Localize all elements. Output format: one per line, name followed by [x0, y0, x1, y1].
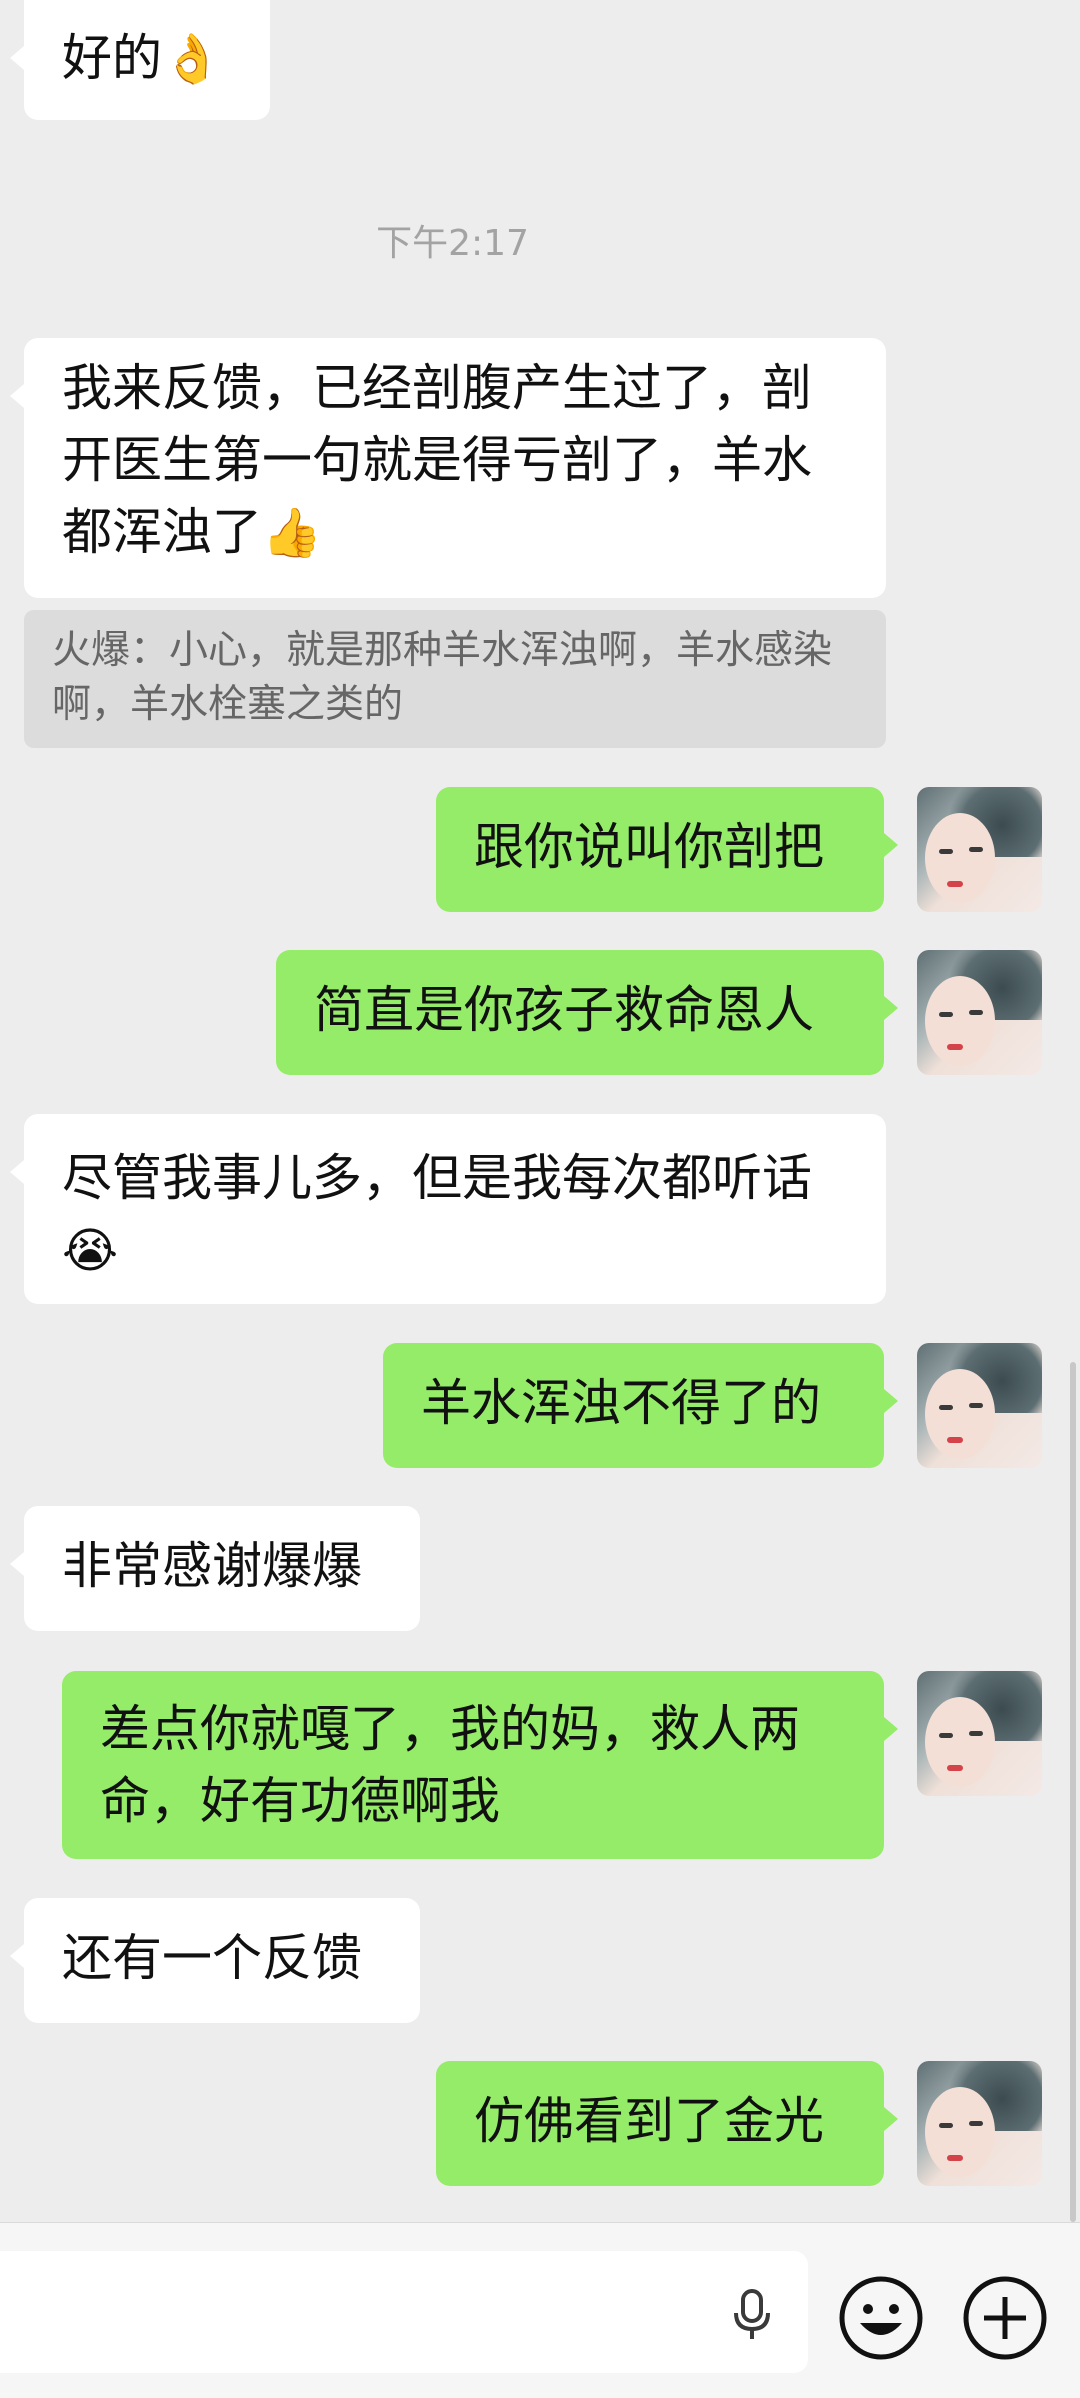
avatar-eye [969, 1731, 983, 1736]
message-text: 仿佛看到了金光 [474, 2092, 824, 2150]
microphone-icon[interactable] [722, 2285, 782, 2345]
message-text: 差点你就嘎了，我的妈，救人两命，好有功德啊我 [100, 1700, 800, 1830]
avatar-lips [947, 1765, 963, 1771]
avatar-eye [969, 1010, 983, 1015]
avatar-lips [947, 1044, 963, 1050]
chat-area[interactable]: 好的👌 下午2:17 我来反馈，已经剖腹产生过了，剖开医生第一句就是得亏剖了，羊… [0, 0, 1080, 2222]
timestamp: 下午2:17 [376, 223, 529, 264]
avatar-eye [969, 2121, 983, 2126]
quoted-message[interactable]: 火爆：小心，就是那种羊水浑浊啊，羊水感染啊，羊水栓塞之类的 [24, 610, 886, 748]
message-text: 跟你说叫你剖把 [474, 818, 824, 876]
emoji-icon[interactable] [838, 2275, 924, 2361]
message-text: 还有一个反馈 [62, 1929, 362, 1987]
avatar-face [925, 813, 995, 903]
message-bubble-outgoing[interactable]: 简直是你孩子救命恩人 [276, 950, 898, 1075]
message-text: 我来反馈，已经剖腹产生过了，剖开医生第一句就是得亏剖了，羊水都浑浊了 [62, 359, 812, 561]
avatar-eye [939, 1012, 953, 1017]
message-text: 羊水浑浊不得了的 [421, 1374, 821, 1432]
message-text: 非常感谢爆爆 [62, 1537, 362, 1595]
message-text: 尽管我事儿多，但是我每次都听话 [62, 1149, 812, 1207]
message-text: 好的 [62, 29, 162, 87]
avatar-eye [939, 1405, 953, 1410]
avatar-eye [939, 849, 953, 854]
user-avatar[interactable] [917, 787, 1042, 912]
user-avatar[interactable] [917, 1671, 1042, 1796]
thumbs-up-emoji-icon: 👍 [262, 505, 322, 561]
user-avatar[interactable] [917, 950, 1042, 1075]
message-bubble-incoming[interactable]: 我来反馈，已经剖腹产生过了，剖开医生第一句就是得亏剖了，羊水都浑浊了👍 [10, 338, 886, 598]
avatar-face [925, 1369, 995, 1459]
avatar-lips [947, 2155, 963, 2161]
ok-hand-emoji-icon: 👌 [162, 31, 222, 87]
message-text: 简直是你孩子救命恩人 [314, 981, 814, 1039]
message-bubble-incoming[interactable]: 还有一个反馈 [10, 1898, 420, 2023]
message-bubble-incoming[interactable]: 尽管我事儿多，但是我每次都听话 😭 [10, 1114, 886, 1304]
message-bubble-outgoing[interactable]: 差点你就嘎了，我的妈，救人两命，好有功德啊我 [62, 1671, 898, 1859]
message-bubble-outgoing[interactable]: 仿佛看到了金光 [436, 2061, 898, 2186]
message-input[interactable] [0, 2251, 808, 2373]
avatar-eye [969, 847, 983, 852]
avatar-face [925, 976, 995, 1066]
avatar-eye [939, 2123, 953, 2128]
avatar-lips [947, 881, 963, 887]
user-avatar[interactable] [917, 2061, 1042, 2186]
quoted-message-text: 火爆：小心，就是那种羊水浑浊啊，羊水感染啊，羊水栓塞之类的 [52, 628, 833, 727]
avatar-face [925, 2087, 995, 2177]
input-bar [0, 2222, 1080, 2398]
message-bubble-outgoing[interactable]: 跟你说叫你剖把 [436, 787, 898, 912]
scrollbar[interactable] [1070, 1362, 1076, 2222]
message-bubble-incoming[interactable]: 好的👌 [10, 0, 270, 120]
avatar-lips [947, 1437, 963, 1443]
plus-icon[interactable] [962, 2275, 1048, 2361]
message-bubble-outgoing[interactable]: 羊水浑浊不得了的 [383, 1343, 898, 1468]
crying-emoji-icon: 😭 [62, 1223, 119, 1279]
message-bubble-incoming[interactable]: 非常感谢爆爆 [10, 1506, 420, 1631]
avatar-eye [939, 1733, 953, 1738]
avatar-face [925, 1697, 995, 1787]
avatar-eye [969, 1403, 983, 1408]
user-avatar[interactable] [917, 1343, 1042, 1468]
